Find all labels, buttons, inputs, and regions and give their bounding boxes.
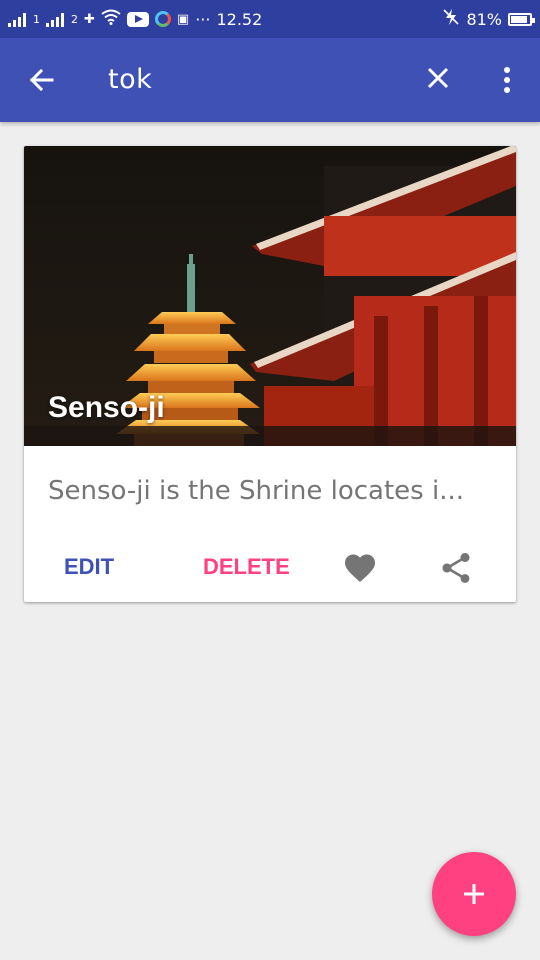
app-bar: tok <box>0 38 540 122</box>
signal-icon-2 <box>46 11 64 27</box>
charging-off-icon <box>442 8 460 30</box>
status-left: 1 2 ✚ ▣ ··· 12.52 <box>8 9 262 29</box>
add-fab-button[interactable] <box>432 852 516 936</box>
sim1-label: 1 <box>33 12 40 26</box>
delete-button[interactable]: DELETE <box>203 554 290 580</box>
status-right: 81% <box>442 8 535 30</box>
battery-icon <box>508 12 535 26</box>
more-vert-icon <box>504 67 510 93</box>
more-options-button[interactable] <box>492 60 522 100</box>
share-icon <box>442 553 470 583</box>
card-title: Senso-ji <box>48 391 165 424</box>
close-icon <box>427 67 449 89</box>
signal-icon <box>8 11 26 27</box>
sim-card-icon: ▣ <box>176 11 190 27</box>
edit-button[interactable]: EDIT <box>64 554 114 580</box>
sim2-label: 2 <box>71 12 78 26</box>
arrow-back-icon <box>29 68 54 92</box>
search-input[interactable]: tok <box>108 64 152 95</box>
battery-percent: 81% <box>466 9 502 29</box>
clear-search-button[interactable] <box>420 60 456 96</box>
card-description: Senso-ji is the Shrine locates i... <box>48 476 464 506</box>
app-notification-icon: ✚ <box>84 11 95 27</box>
share-button[interactable] <box>438 550 474 586</box>
add-icon <box>464 884 484 904</box>
app-ring-icon <box>154 11 171 27</box>
overflow-dots: ··· <box>195 9 211 29</box>
back-button[interactable] <box>22 60 62 100</box>
favorite-button[interactable] <box>342 550 378 586</box>
wifi-icon <box>101 9 121 29</box>
place-card[interactable]: Senso-ji Senso-ji is the Shrine locates … <box>24 146 516 602</box>
heart-icon <box>345 554 375 583</box>
status-bar: 1 2 ✚ ▣ ··· 12.52 81% <box>0 0 540 38</box>
status-time: 12.52 <box>216 9 263 29</box>
youtube-icon <box>126 11 149 27</box>
